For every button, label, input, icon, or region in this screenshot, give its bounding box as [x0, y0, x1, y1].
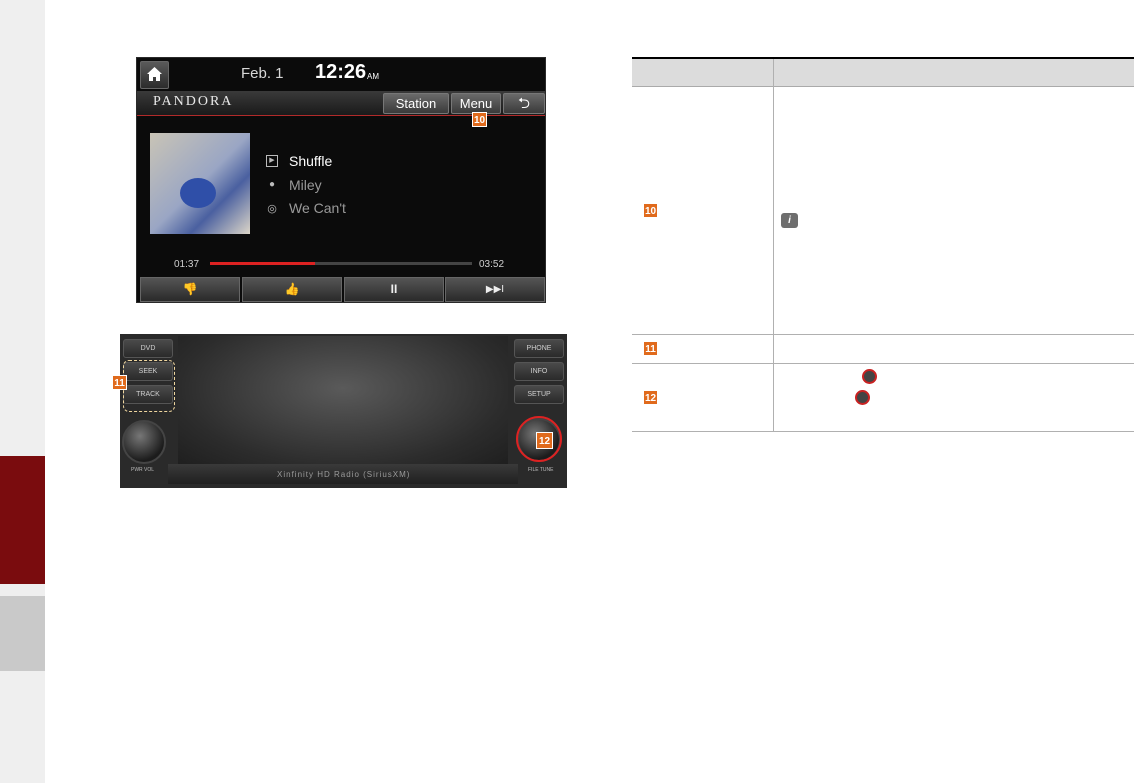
station-icon: ▶: [266, 155, 278, 167]
table-bottom-rule: [632, 431, 1134, 432]
table-row-badge: 12: [643, 390, 658, 405]
date-display: Feb. 1: [241, 65, 284, 82]
pandora-screen: Feb. 1 12:26 AM PANDORA Station Menu ⮌ ▶…: [136, 57, 546, 303]
table-row-badge: 11: [643, 341, 658, 356]
thumbs-down-button[interactable]: 👎: [140, 277, 240, 302]
table-row-badge: 10: [643, 203, 658, 218]
table-row-divider: [632, 363, 1134, 364]
song-title: We Can't: [289, 200, 346, 216]
phone-hard-button[interactable]: PHONE: [514, 339, 564, 358]
elapsed-time: 01:37: [174, 259, 200, 270]
info-hard-button[interactable]: INFO: [514, 362, 564, 381]
thumbs-up-icon: 👍: [284, 282, 300, 296]
file-tune-label: FILE TUNE: [528, 467, 554, 473]
progress-bar[interactable]: [210, 262, 472, 265]
progress-fill: [210, 262, 315, 265]
station-button[interactable]: Station: [383, 93, 449, 114]
next-track-icon: ▶▶I: [485, 284, 505, 295]
info-icon: i: [781, 213, 798, 228]
artist-name: Miley: [289, 177, 322, 193]
home-button[interactable]: [140, 61, 169, 89]
pause-icon: II: [390, 282, 398, 296]
next-track-button[interactable]: ▶▶I: [445, 277, 545, 302]
callout-11: 11: [112, 375, 127, 390]
power-volume-knob[interactable]: [122, 420, 166, 464]
pandora-logo: PANDORA: [153, 94, 234, 109]
pause-button[interactable]: II: [344, 277, 444, 302]
home-icon: [147, 67, 162, 81]
seek-track-highlight: [123, 360, 175, 412]
chapter-tab: [0, 596, 45, 671]
station-name: Shuffle: [289, 153, 333, 169]
thumbs-up-button[interactable]: 👍: [242, 277, 342, 302]
album-art-flowers: [180, 178, 216, 208]
artist-icon: ●: [268, 179, 276, 190]
callout-10: 10: [472, 112, 487, 127]
tune-knob-icon: [855, 390, 870, 405]
clock-time: 12:26: [315, 61, 367, 83]
album-art: [150, 133, 250, 234]
table-column-divider: [773, 59, 774, 432]
head-unit-branding: Xinfinity HD Radio (SiriusXM): [277, 470, 411, 479]
table-header: [632, 59, 1134, 87]
total-time: 03:52: [479, 259, 505, 270]
setup-hard-button[interactable]: SETUP: [514, 385, 564, 404]
song-icon: ◎: [267, 203, 277, 215]
chapter-tab-active: [0, 456, 45, 584]
callout-12: 12: [536, 432, 553, 449]
dvd-hard-button[interactable]: DVD: [123, 339, 173, 358]
tune-knob-icon: [862, 369, 877, 384]
clock-ampm: AM: [367, 72, 379, 81]
thumbs-down-icon: 👎: [182, 282, 198, 296]
head-unit-display: [178, 336, 508, 467]
head-unit-photo: Xinfinity HD Radio (SiriusXM) DVD SEEK T…: [120, 334, 567, 488]
power-volume-label: PWR VOL: [131, 467, 155, 473]
back-button[interactable]: ⮌: [503, 93, 545, 114]
table-row-divider: [632, 334, 1134, 335]
menu-button[interactable]: Menu: [451, 93, 501, 114]
